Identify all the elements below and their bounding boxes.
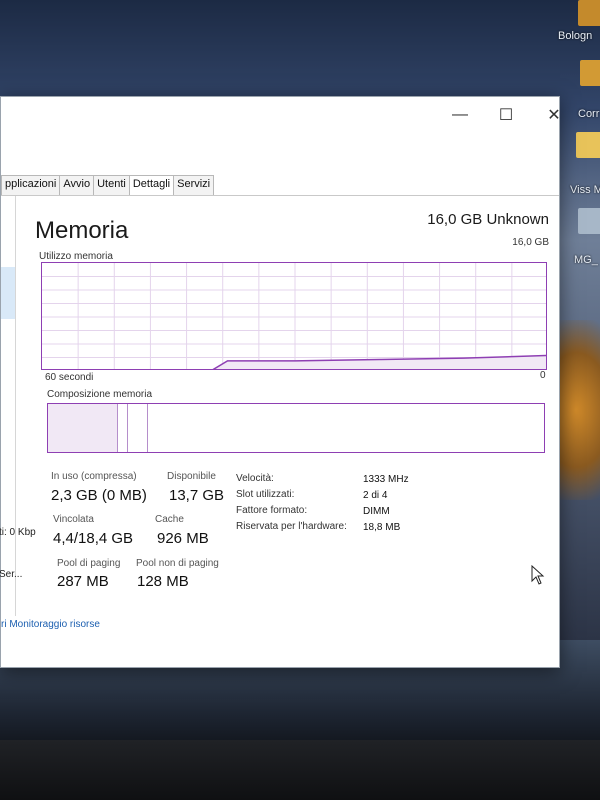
- slots-value: 2 di 4: [363, 490, 388, 501]
- sidebar: [1, 196, 16, 616]
- sidebar-item-memory[interactable]: [1, 267, 15, 319]
- cache-label: Cache: [155, 514, 184, 525]
- slots-label: Slot utilizzati:: [236, 489, 295, 500]
- maximize-icon: ☐: [498, 107, 514, 124]
- tab-bar: pplicazioni Avvio Utenti Dettagli Serviz…: [1, 175, 215, 196]
- graph-x-left-label: 60 secondi: [45, 372, 94, 383]
- usage-chart: [42, 263, 546, 369]
- tab-details[interactable]: Dettagli: [128, 175, 175, 195]
- desktop-icon-document[interactable]: [576, 132, 600, 158]
- maximize-button[interactable]: ☐: [489, 103, 523, 127]
- paged-pool-label: Pool di paging: [57, 558, 121, 569]
- close-icon: ✕: [547, 107, 561, 124]
- composition-divider: [117, 404, 119, 452]
- memory-composition-bar: [47, 403, 545, 453]
- desktop-icon-label: Viss M: [570, 184, 600, 196]
- committed-label: Vincolata: [53, 514, 94, 525]
- desktop-icon-label: Bologn: [558, 30, 593, 42]
- graph-max-label: 16,0 GB: [512, 237, 549, 248]
- tab-users[interactable]: Utenti: [93, 175, 130, 195]
- available-value: 13,7 GB: [169, 487, 225, 504]
- in-use-label: In uso (compressa): [51, 471, 137, 482]
- desktop-icon-image[interactable]: [578, 208, 600, 234]
- in-use-value: 2,3 GB (0 MB): [51, 487, 147, 504]
- memory-total: 16,0 GB Unknown: [427, 211, 549, 228]
- speed-value: 1333 MHz: [363, 474, 409, 485]
- committed-value: 4,4/18,4 GB: [53, 530, 134, 547]
- resource-monitor-link[interactable]: ri Monitoraggio risorse: [1, 619, 100, 630]
- form-factor-value: DIMM: [363, 506, 390, 517]
- tab-startup[interactable]: Avvio: [59, 175, 95, 195]
- hardware-reserved-label: Riservata per l'hardware:: [236, 521, 347, 532]
- minimize-button[interactable]: —: [443, 103, 477, 127]
- form-factor-label: Fattore formato:: [236, 505, 308, 516]
- composition-divider: [147, 404, 149, 452]
- sidebar-item-network[interactable]: ti: 0 Kbp: [0, 527, 36, 538]
- desktop-icon-folder[interactable]: [578, 0, 600, 26]
- tab-services[interactable]: Servizi: [173, 175, 215, 195]
- nonpaged-pool-value: 128 MB: [137, 573, 189, 590]
- close-button[interactable]: ✕: [537, 103, 571, 127]
- composition-in-use-segment: [48, 404, 118, 452]
- graph-x-right-label: 0: [540, 370, 546, 381]
- tab-divider: [1, 195, 559, 196]
- composition-divider: [127, 404, 129, 452]
- speed-label: Velocità:: [236, 473, 274, 484]
- minimize-icon: —: [452, 106, 468, 123]
- desktop-icon-label: Corr: [578, 108, 600, 120]
- monitor-bezel: [0, 740, 600, 800]
- desktop-icon-folder[interactable]: [580, 60, 600, 86]
- hardware-reserved-value: 18,8 MB: [363, 522, 401, 533]
- cache-value: 926 MB: [157, 530, 209, 547]
- graph-label: Utilizzo memoria: [39, 251, 113, 262]
- nonpaged-pool-label: Pool non di paging: [136, 558, 219, 569]
- task-manager-window: — ☐ ✕ pplicazioni Avvio Utenti Dettagli …: [0, 96, 561, 668]
- composition-label: Composizione memoria: [47, 389, 153, 400]
- tab-applications[interactable]: pplicazioni: [1, 175, 61, 195]
- memory-usage-graph: [41, 262, 547, 370]
- title-bar: — ☐ ✕: [1, 97, 561, 135]
- paged-pool-value: 287 MB: [57, 573, 109, 590]
- page-title: Memoria: [35, 217, 129, 244]
- available-label: Disponibile: [167, 471, 216, 482]
- mouse-cursor-icon: [531, 565, 545, 585]
- sidebar-item-service[interactable]: Ser...: [0, 569, 22, 580]
- desktop-icon-label: MG_: [574, 254, 598, 266]
